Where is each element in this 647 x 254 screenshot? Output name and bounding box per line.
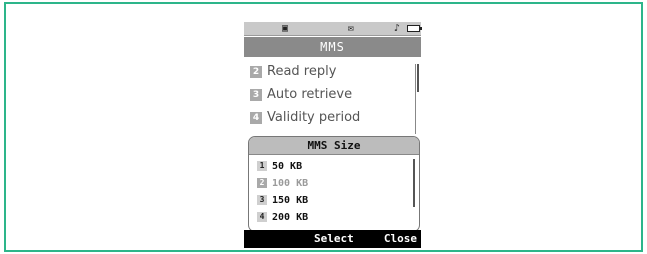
menu-item-label: Validity period [267, 110, 361, 125]
option-label: 150 KB [272, 195, 309, 206]
figure-frame: ▣ ✉ ♪ MMS 2 Read reply 3 Auto retrieve 4 Va… [4, 2, 643, 252]
menu-scrollbar-thumb[interactable] [417, 64, 419, 92]
menu-item-validity-period[interactable]: 4 Validity period [244, 106, 414, 129]
select-softkey[interactable]: Select [314, 230, 354, 248]
menu-item-label: Read reply [267, 64, 337, 79]
signal-icon: ▣ [282, 23, 289, 34]
popup-options: 1 50 KB 2 100 KB 3 150 KB 4 200 KB [249, 155, 419, 226]
menu-item-number: 3 [250, 88, 262, 101]
popup-scrollbar[interactable] [413, 159, 415, 207]
mms-size-popup: MMS Size 1 50 KB 2 100 KB 3 150 KB 4 200 KB [248, 136, 420, 232]
close-softkey[interactable]: Close [384, 230, 417, 248]
battery-icon [407, 25, 422, 32]
softkey-bar: Select Close [244, 230, 421, 248]
popup-title: MMS Size [249, 137, 419, 155]
option-number: 2 [257, 178, 267, 188]
option-50kb[interactable]: 1 50 KB [249, 158, 419, 175]
page-title: MMS [244, 37, 421, 57]
option-number: 4 [257, 212, 267, 222]
option-label: 200 KB [272, 212, 309, 223]
option-100kb[interactable]: 2 100 KB [249, 175, 419, 192]
message-icon: ✉ [348, 23, 355, 34]
option-200kb[interactable]: 4 200 KB [249, 209, 419, 226]
menu-scrollbar[interactable] [415, 64, 420, 134]
option-label: 50 KB [272, 161, 303, 172]
phone-screen: ▣ ✉ ♪ MMS 2 Read reply 3 Auto retrieve 4 Va… [242, 20, 423, 248]
menu-item-read-reply[interactable]: 2 Read reply [244, 60, 414, 83]
menu-item-number: 2 [250, 65, 262, 78]
menu-item-number: 4 [250, 111, 262, 124]
option-150kb[interactable]: 3 150 KB [249, 192, 419, 209]
settings-menu: 2 Read reply 3 Auto retrieve 4 Validity per… [244, 60, 414, 129]
option-number: 3 [257, 195, 267, 205]
status-bar: ▣ ✉ ♪ [244, 22, 422, 36]
option-number: 1 [257, 161, 267, 171]
music-note-icon: ♪ [394, 23, 401, 34]
menu-item-auto-retrieve[interactable]: 3 Auto retrieve [244, 83, 414, 106]
option-label: 100 KB [272, 178, 309, 189]
menu-item-label: Auto retrieve [267, 87, 353, 102]
